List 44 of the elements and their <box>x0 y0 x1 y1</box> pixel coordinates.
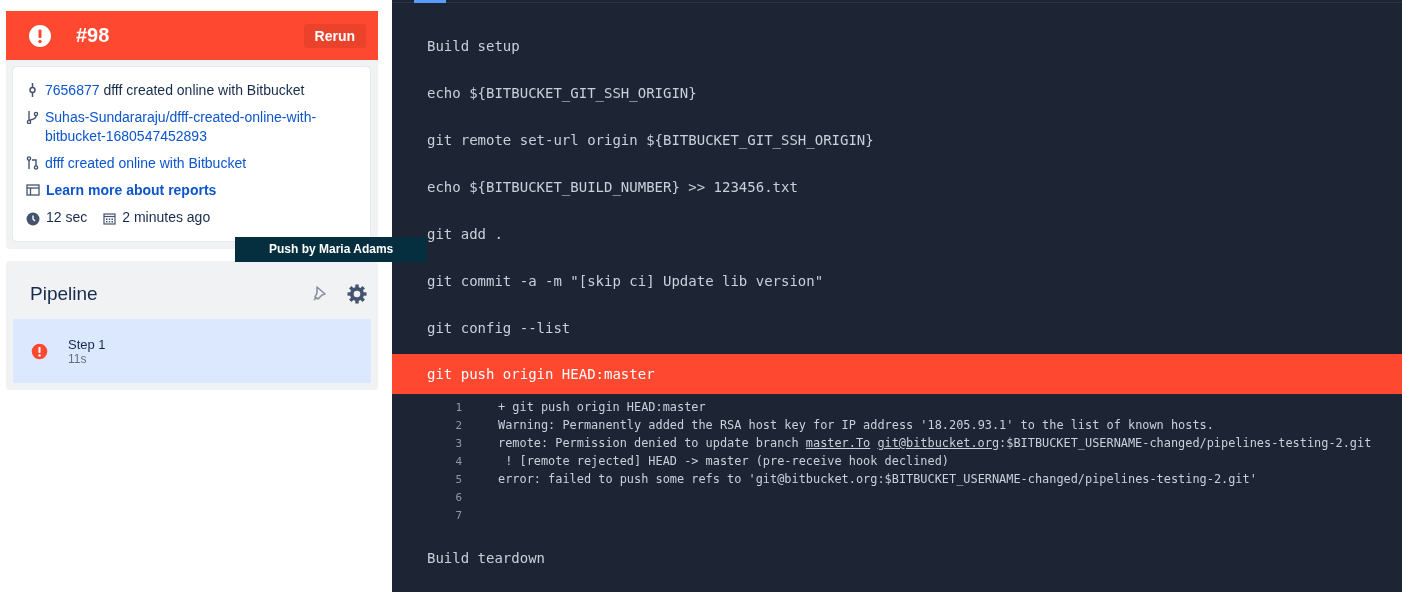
pull-request-link[interactable]: dfff created online with Bitbucket <box>45 154 247 173</box>
line-number: 6 <box>454 490 462 504</box>
pull-request-icon <box>26 156 39 170</box>
log-link[interactable]: git@bitbucket.org <box>877 436 1000 450</box>
build-number: #98 <box>76 24 111 47</box>
step-item[interactable]: Step 1 11s <box>13 319 371 383</box>
commit-icon <box>26 83 39 97</box>
line-number: 3 <box>454 436 462 450</box>
line-number: 2 <box>454 418 462 432</box>
tooltip: Push by Maria Adams <box>235 237 428 262</box>
commit-link[interactable]: 7656877 <box>45 82 100 98</box>
step-name: Step 1 <box>68 336 106 352</box>
calendar-icon <box>103 212 117 225</box>
branch-icon <box>26 110 39 124</box>
commit-text: 7656877 dfff created online with Bitbucket <box>45 81 305 100</box>
log-line: + git push origin HEAD:master <box>498 400 706 414</box>
line-number: 5 <box>454 472 462 486</box>
log-link[interactable]: master.To <box>805 436 871 450</box>
started-text: 2 minutes ago <box>122 208 211 227</box>
clock-icon <box>26 211 40 226</box>
command-line[interactable]: git remote set-url origin ${BITBUCKET_GIT_SSH_ORIGIN} <box>392 116 1402 163</box>
reports-link[interactable]: Learn more about reports <box>46 181 217 200</box>
pipeline-title: Pipeline <box>30 283 99 305</box>
command-line[interactable]: echo ${BITBUCKET_BUILD_NUMBER} >> 123456.txt <box>392 163 1402 210</box>
error-icon <box>31 342 48 360</box>
tab-indicator <box>414 0 446 3</box>
command-line[interactable]: git config --list <box>392 304 1402 351</box>
section-title[interactable]: Build setup <box>392 22 1402 69</box>
report-icon <box>26 183 40 197</box>
duration-text: 12 sec <box>46 208 88 227</box>
line-number: 4 <box>454 454 462 468</box>
command-line[interactable]: echo ${BITBUCKET_GIT_SSH_ORIGIN} <box>392 69 1402 116</box>
log-line: error: failed to push some refs to 'git@bitbucket.org:$BITBUCKET_USERNAME-changed/pipelines-testing-2.git' <box>498 472 1257 486</box>
line-number: 1 <box>454 400 462 414</box>
log-line: ! [remote rejected] HEAD -> master (pre-receive hook declined) <box>504 454 949 468</box>
rerun-button[interactable]: Rerun <box>303 23 366 48</box>
error-icon <box>28 23 52 48</box>
section-title[interactable]: Build teardown <box>392 534 1402 581</box>
log-line: remote: Permission denied to update branch master.To git@bitbucket.org:$BITBUCKET_USERNAME-changed/pipelines-testing-2.git <box>498 436 1372 450</box>
branch-link[interactable]: Suhas-Sundararaju/dfff-created-online-with-bitbucket-1680547452893 <box>45 108 356 146</box>
log-line: Warning: Permanently added the RSA host key for IP address '18.205.93.1' to the list of known hosts. <box>498 418 1214 432</box>
line-number: 7 <box>454 508 462 522</box>
step-duration: 11s <box>68 351 87 366</box>
settings-icon[interactable] <box>347 284 367 304</box>
